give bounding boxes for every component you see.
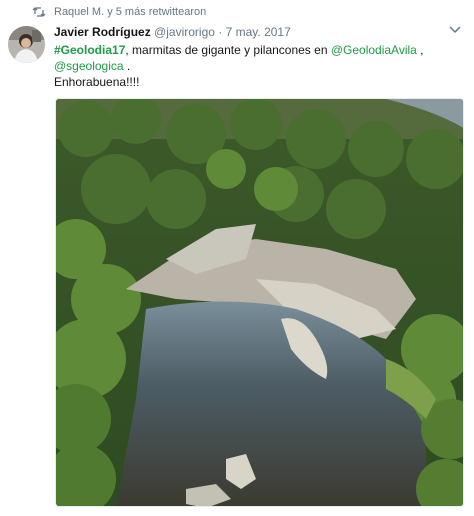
tweet-photo[interactable]	[55, 98, 464, 507]
avatar[interactable]	[8, 26, 45, 63]
author-name[interactable]: Javier Rodríguez	[54, 25, 151, 39]
tweet-text: #Geolodia17, marmitas de gigante y pilan…	[54, 42, 464, 90]
tweet-card: Raquel M. y 5 más retwittearon Javier Ro…	[0, 0, 474, 516]
separator-dot: ·	[218, 25, 223, 39]
tweet-text-segment: ,	[416, 43, 424, 57]
tweet-text-line-1: #Geolodia17, marmitas de gigante y pilan…	[54, 42, 464, 58]
chevron-down-icon[interactable]	[448, 24, 462, 36]
tweet-header: Javier Rodríguez @javirorigo · 7 may. 20…	[54, 25, 291, 39]
tweet-date[interactable]: 7 may. 2017	[226, 25, 291, 39]
retweet-icon	[32, 7, 46, 17]
author-handle[interactable]: @javirorigo	[154, 25, 215, 39]
mention-link-geolodiaavila[interactable]: @GeolodiaAvila	[331, 43, 417, 57]
retweet-context: Raquel M. y 5 más retwittearon	[32, 6, 206, 18]
mention-link-sgeologica[interactable]: @sgeologica	[54, 59, 124, 73]
river-landscape-image	[56, 99, 463, 506]
hashtag-link[interactable]: #Geolodia17	[54, 43, 125, 57]
retweet-context-text[interactable]: Raquel M. y 5 más retwittearon	[54, 6, 206, 18]
tweet-text-line-2: @sgeologica .	[54, 58, 464, 74]
tweet-text-line-3: Enhorabuena!!!!	[54, 75, 140, 89]
tweet-text-segment: .	[123, 59, 131, 73]
tweet-text-segment: , marmitas de gigante y pilancones en	[125, 43, 331, 57]
